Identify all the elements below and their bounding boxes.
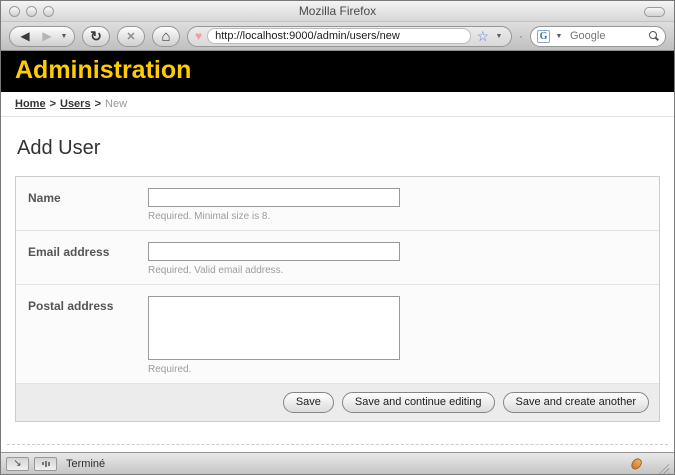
stop-button[interactable]: ✕ [117,26,145,47]
edit-mode-indicator[interactable]: ↘ [6,457,29,471]
breadcrumb-home-link[interactable]: Home [15,98,46,110]
forward-button[interactable]: ▶ [37,27,57,46]
app-header: Administration [1,51,674,92]
navigation-toolbar: ◀ ▶ ▼ ↻ ✕ ⌂ ♥ ☆ ▼ · G ▼ [1,22,674,51]
form-row-name: Name Required. Minimal size is 8. [16,177,659,231]
bookmark-star-icon[interactable]: ☆ [476,29,489,43]
add-user-form: Name Required. Minimal size is 8. Email … [15,176,660,422]
name-field[interactable] [148,188,400,207]
status-bar: ↘ Terminé [1,452,674,474]
back-forward-group: ◀ ▶ ▼ [9,26,75,47]
back-button[interactable]: ◀ [15,27,35,46]
form-row-postal-address: Postal address Required. [16,285,659,384]
breadcrumb: Home > Users > New [1,92,674,117]
main-area: Add User Name Required. Minimal size is … [1,117,674,452]
toolbar-separator-dot: · [519,29,523,43]
search-icon[interactable] [648,30,659,42]
crud-module-footer: Generated by the Play! CRUD module. Lear… [7,444,668,452]
title-bar: Mozilla Firefox [1,1,674,22]
history-dropdown-button[interactable]: ▼ [59,33,69,40]
email-field[interactable] [148,242,400,261]
breadcrumb-current-page: New [105,98,127,110]
site-favicon-heart-icon: ♥ [195,30,202,42]
home-icon: ⌂ [161,29,170,44]
email-field-wrap: Required. Valid email address. [148,242,400,276]
stop-icon: ✕ [126,30,135,43]
email-label: Email address [28,242,148,276]
status-text: Terminé [66,458,105,470]
forward-icon: ▶ [42,29,51,43]
reload-icon: ↻ [90,28,102,45]
breadcrumb-separator: > [50,98,56,110]
location-dropdown-button[interactable]: ▼ [494,33,504,40]
search-input[interactable] [568,29,644,43]
postal-address-field-wrap: Required. [148,296,400,375]
name-field-wrap: Required. Minimal size is 8. [148,188,400,222]
pen-arrow-icon: ↘ [13,459,21,469]
window-resize-grip[interactable] [656,461,669,474]
back-icon: ◀ [20,29,29,43]
postal-address-label: Postal address [28,296,148,375]
mini-chart-icon [42,462,44,465]
page-stats-indicator[interactable] [34,457,57,471]
search-bar: G ▼ [530,26,666,47]
name-label: Name [28,188,148,222]
page-content: Administration Home > Users > New Add Us… [1,51,674,452]
search-engine-dropdown-button[interactable]: ▼ [554,33,564,40]
save-button[interactable]: Save [283,392,334,413]
email-help-text: Required. Valid email address. [148,265,400,276]
save-and-continue-editing-button[interactable]: Save and continue editing [342,392,495,413]
toolbar-toggle-button[interactable] [644,7,665,17]
home-button[interactable]: ⌂ [152,26,180,47]
breadcrumb-separator: > [95,98,101,110]
form-row-email: Email address Required. Valid email addr… [16,231,659,285]
postal-address-help-text: Required. [148,364,400,375]
firebug-icon[interactable] [629,456,644,471]
form-actions: Save Save and continue editing Save and … [16,384,659,421]
name-help-text: Required. Minimal size is 8. [148,211,400,222]
app-title: Administration [15,56,191,84]
url-input[interactable] [207,28,471,44]
google-engine-icon[interactable]: G [537,30,550,43]
postal-address-field[interactable] [148,296,400,360]
page-title: Add User [17,137,660,160]
save-and-create-another-button[interactable]: Save and create another [503,392,649,413]
location-bar: ♥ ☆ ▼ [187,26,512,47]
breadcrumb-users-link[interactable]: Users [60,98,91,110]
browser-window: Mozilla Firefox ◀ ▶ ▼ ↻ ✕ ⌂ ♥ ☆ ▼ · G ▼ [0,0,675,475]
reload-button[interactable]: ↻ [82,26,110,47]
window-title: Mozilla Firefox [1,4,674,18]
